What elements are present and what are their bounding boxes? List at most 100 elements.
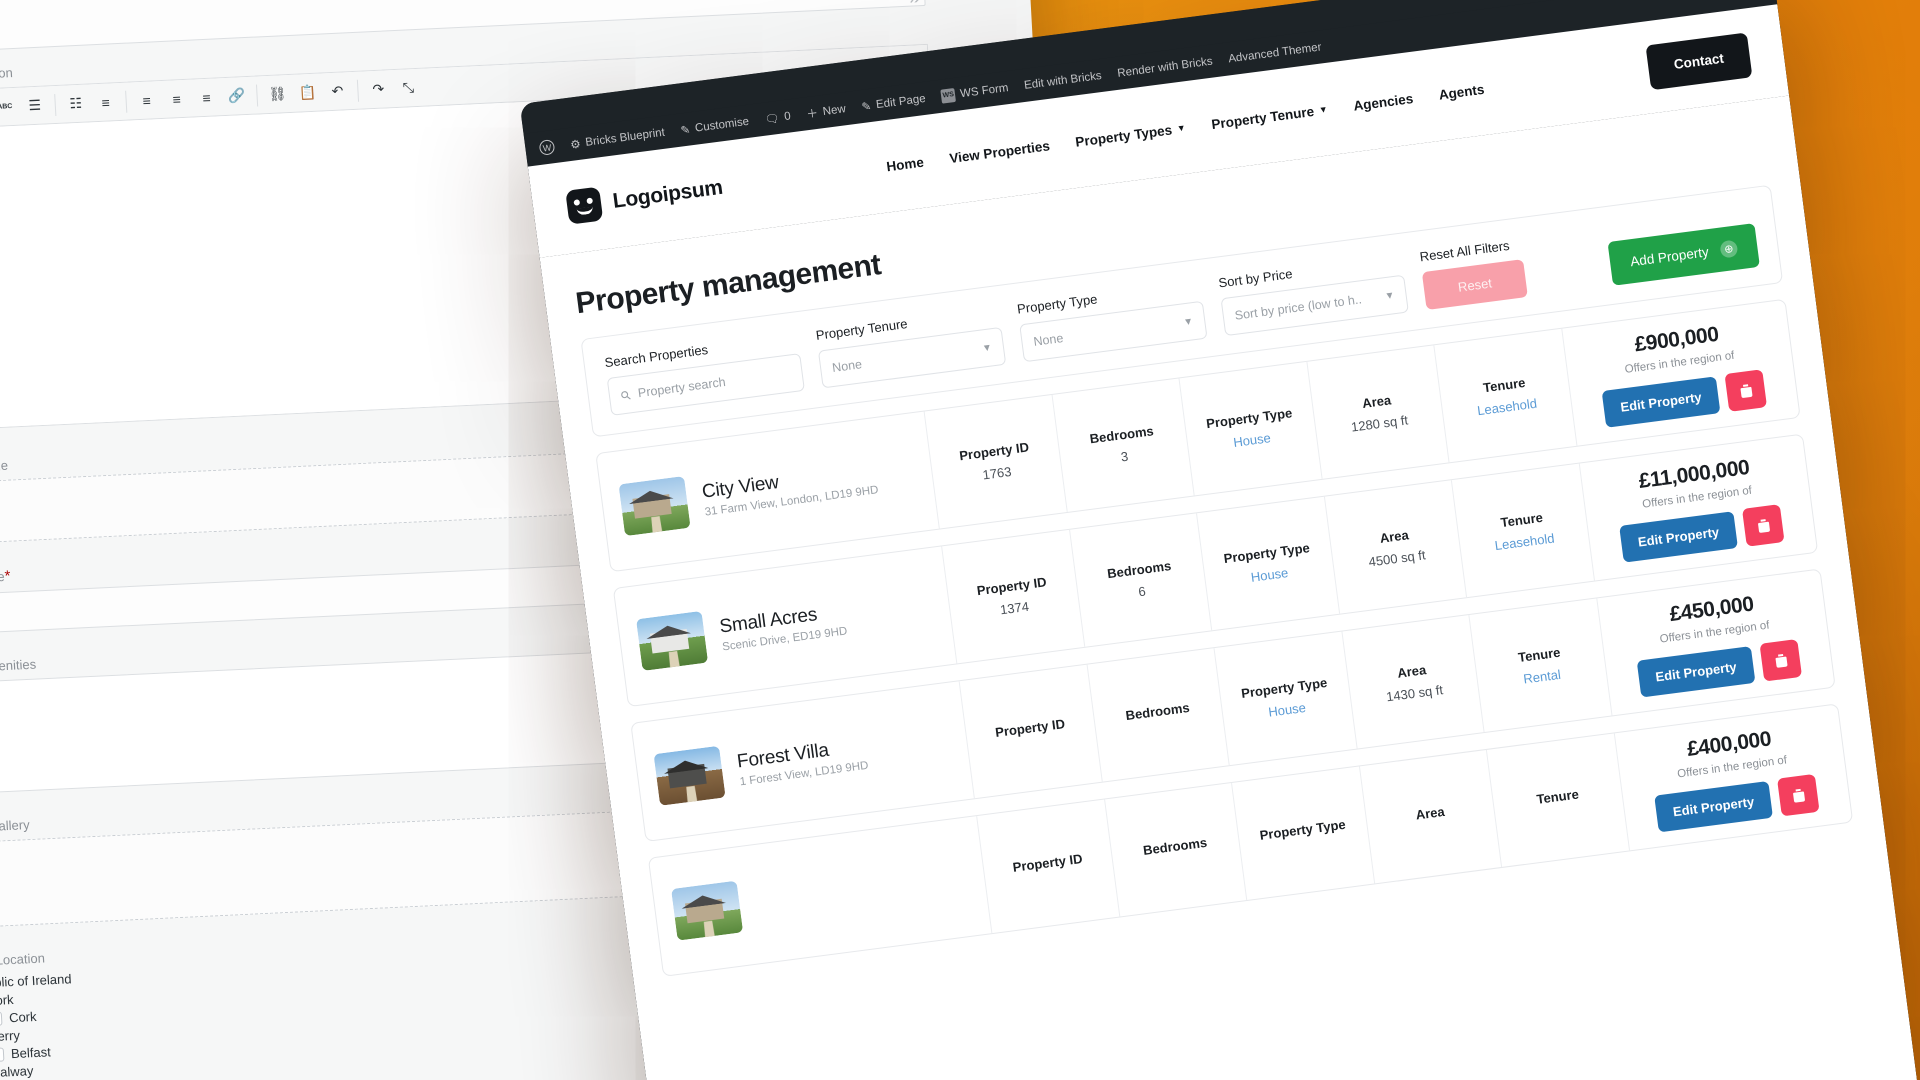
- property-cell-area: Area 4500 sq ft: [1323, 480, 1467, 614]
- nav-item-property-types[interactable]: Property Types ▼: [1074, 120, 1186, 149]
- property-cell-bedrooms: Bedrooms: [1086, 648, 1229, 782]
- admin-bar-item-label: Customise: [694, 115, 750, 135]
- filter-group-sort-by-price: Sort by Price Sort by price (low to h.. ▼: [1218, 252, 1409, 337]
- delete-property-button[interactable]: [1742, 504, 1785, 547]
- property-cell-bedrooms: Bedrooms 3: [1051, 378, 1194, 513]
- checkbox[interactable]: [0, 1011, 3, 1026]
- redo-icon[interactable]: ↷: [363, 74, 395, 105]
- edit-property-button[interactable]: Edit Property: [1601, 375, 1721, 428]
- admin-bar-item-0[interactable]: 🗨 0: [764, 109, 792, 126]
- admin-bar-item-customise[interactable]: ✎ Customise: [680, 114, 750, 137]
- trash-icon: [1792, 788, 1805, 802]
- property-cell-tenure: Tenure Leasehold: [1433, 328, 1577, 463]
- property-id-header: Property ID: [994, 716, 1066, 740]
- align-justify-icon[interactable]: ≡: [191, 82, 223, 113]
- admin-bar-item-label: New: [822, 102, 847, 118]
- property-type-value: None: [1032, 331, 1065, 349]
- property-id-header: Property ID: [1011, 850, 1084, 875]
- tenure-header: Tenure: [1482, 374, 1527, 395]
- admin-bar-item-new[interactable]: ＋ New: [805, 101, 847, 122]
- chevron-down-icon: ▼: [1318, 104, 1329, 116]
- search-properties-value: Property search: [637, 374, 727, 401]
- undo-icon[interactable]: ↶: [322, 76, 354, 107]
- property-thumbnail: [635, 610, 709, 671]
- filter-group-property-type: Property Type None ▼: [1016, 278, 1208, 363]
- tenure-value[interactable]: Leasehold: [1494, 530, 1555, 553]
- insert-link-icon[interactable]: 🔗: [221, 80, 253, 111]
- tenure-value[interactable]: Leasehold: [1476, 395, 1537, 418]
- bedrooms-header: Bedrooms: [1106, 557, 1172, 581]
- admin-bar-item-ws-form[interactable]: WS WS Form: [940, 81, 1009, 104]
- nav-item-label: Property Tenure: [1210, 103, 1315, 132]
- property-type-header: Property Type: [1205, 404, 1293, 431]
- property-price-panel: £900,000 Offers in the region of Edit Prop…: [1561, 299, 1800, 446]
- property-cell-property-type: Property Type: [1231, 766, 1374, 901]
- fullscreen-icon[interactable]: ⤡: [393, 72, 425, 103]
- edit-property-button[interactable]: Edit Property: [1618, 510, 1739, 563]
- nav-item-agencies[interactable]: Agencies: [1353, 91, 1414, 114]
- checkbox[interactable]: [0, 1046, 5, 1062]
- trash-icon: [1775, 653, 1788, 667]
- admin-bar-item-edit-page[interactable]: ✎ Edit Page: [861, 91, 927, 113]
- property-identity: Forest Villa 1 Forest View, LD19 9HD: [631, 681, 973, 841]
- property-cell-property-type: Property Type House: [1178, 361, 1322, 496]
- wordpress-logo-icon[interactable]: W: [538, 139, 556, 156]
- property-actions: Edit Property: [1636, 638, 1803, 698]
- delete-property-button[interactable]: [1759, 638, 1803, 682]
- align-center-icon[interactable]: ≡: [131, 85, 163, 116]
- area-header: Area: [1396, 661, 1427, 681]
- toolbar-separator: [54, 93, 57, 116]
- reset-button[interactable]: Reset: [1421, 259, 1528, 310]
- nav-item-label: Agencies: [1352, 90, 1414, 114]
- location-label: Cork: [0, 991, 14, 1009]
- property-type-header: Property Type: [1258, 816, 1347, 843]
- area-value: 1280 sq ft: [1350, 411, 1409, 435]
- bedrooms-value: 3: [1119, 448, 1129, 465]
- add-property-button[interactable]: Add Property ⊕: [1607, 223, 1760, 286]
- tenure-header: Tenure: [1517, 644, 1562, 665]
- nav-item-home[interactable]: Home: [885, 154, 924, 174]
- delete-property-button[interactable]: [1724, 369, 1768, 412]
- property-cell-area: Area: [1358, 749, 1502, 884]
- search-icon: ⚲: [617, 387, 635, 404]
- align-left-icon[interactable]: ≡: [90, 86, 122, 117]
- edit-property-button[interactable]: Edit Property: [1636, 645, 1756, 698]
- property-cell-property-id: Property ID 1374: [941, 529, 1084, 664]
- location-label: Derry: [0, 1027, 21, 1045]
- delete-property-button[interactable]: [1777, 773, 1820, 817]
- strikethrough-icon[interactable]: ABC: [0, 91, 21, 122]
- edit-property-button[interactable]: Edit Property: [1653, 780, 1774, 832]
- property-id-header: Property ID: [958, 438, 1030, 463]
- property-type-value[interactable]: House: [1232, 430, 1271, 450]
- admin-bar-item-render-with-bricks[interactable]: Render with Bricks: [1117, 55, 1214, 79]
- nav-item-property-tenure[interactable]: Property Tenure ▼: [1210, 102, 1329, 132]
- contact-button[interactable]: Contact: [1645, 31, 1753, 90]
- bulleted-list-icon[interactable]: ☰: [19, 90, 51, 121]
- admin-bar-item-edit-with-bricks[interactable]: Edit with Bricks: [1023, 69, 1102, 91]
- brand-name: Logoipsum: [611, 175, 724, 213]
- property-actions: Edit Property: [1601, 369, 1768, 428]
- bedrooms-value: 6: [1137, 583, 1147, 599]
- property-id-value: 1763: [981, 463, 1013, 482]
- location-label: Republic of Ireland: [0, 971, 72, 992]
- area-value: 1430 sq ft: [1385, 681, 1444, 704]
- toolbar-separator: [255, 84, 259, 107]
- plus-icon: ⊕: [1719, 239, 1739, 259]
- brand[interactable]: Logoipsum: [565, 171, 725, 225]
- remove-link-icon[interactable]: ⛓: [262, 78, 294, 109]
- location-label: Cork: [8, 1008, 37, 1026]
- admin-bar-item-advanced-themer[interactable]: Advanced Themer: [1228, 41, 1323, 65]
- nav-item-view-properties[interactable]: View Properties: [948, 138, 1050, 166]
- admin-bar-item-bricks-blueprint[interactable]: ⚙ Bricks Blueprint: [569, 125, 666, 151]
- align-right-icon[interactable]: ≡: [161, 83, 193, 114]
- tenure-value[interactable]: Rental: [1522, 666, 1561, 686]
- paste-as-text-icon[interactable]: 📋: [292, 77, 324, 108]
- property-type-value[interactable]: House: [1267, 699, 1306, 719]
- property-type-header: Property Type: [1222, 539, 1311, 566]
- property-cell-tenure: Tenure: [1486, 733, 1629, 867]
- nav-item-agents[interactable]: Agents: [1438, 81, 1485, 102]
- property-type-value[interactable]: House: [1250, 565, 1289, 585]
- comment-icon: 🗨: [764, 112, 781, 127]
- numbered-list-icon[interactable]: ☷: [60, 88, 92, 119]
- nav-item-label: Agents: [1437, 81, 1486, 103]
